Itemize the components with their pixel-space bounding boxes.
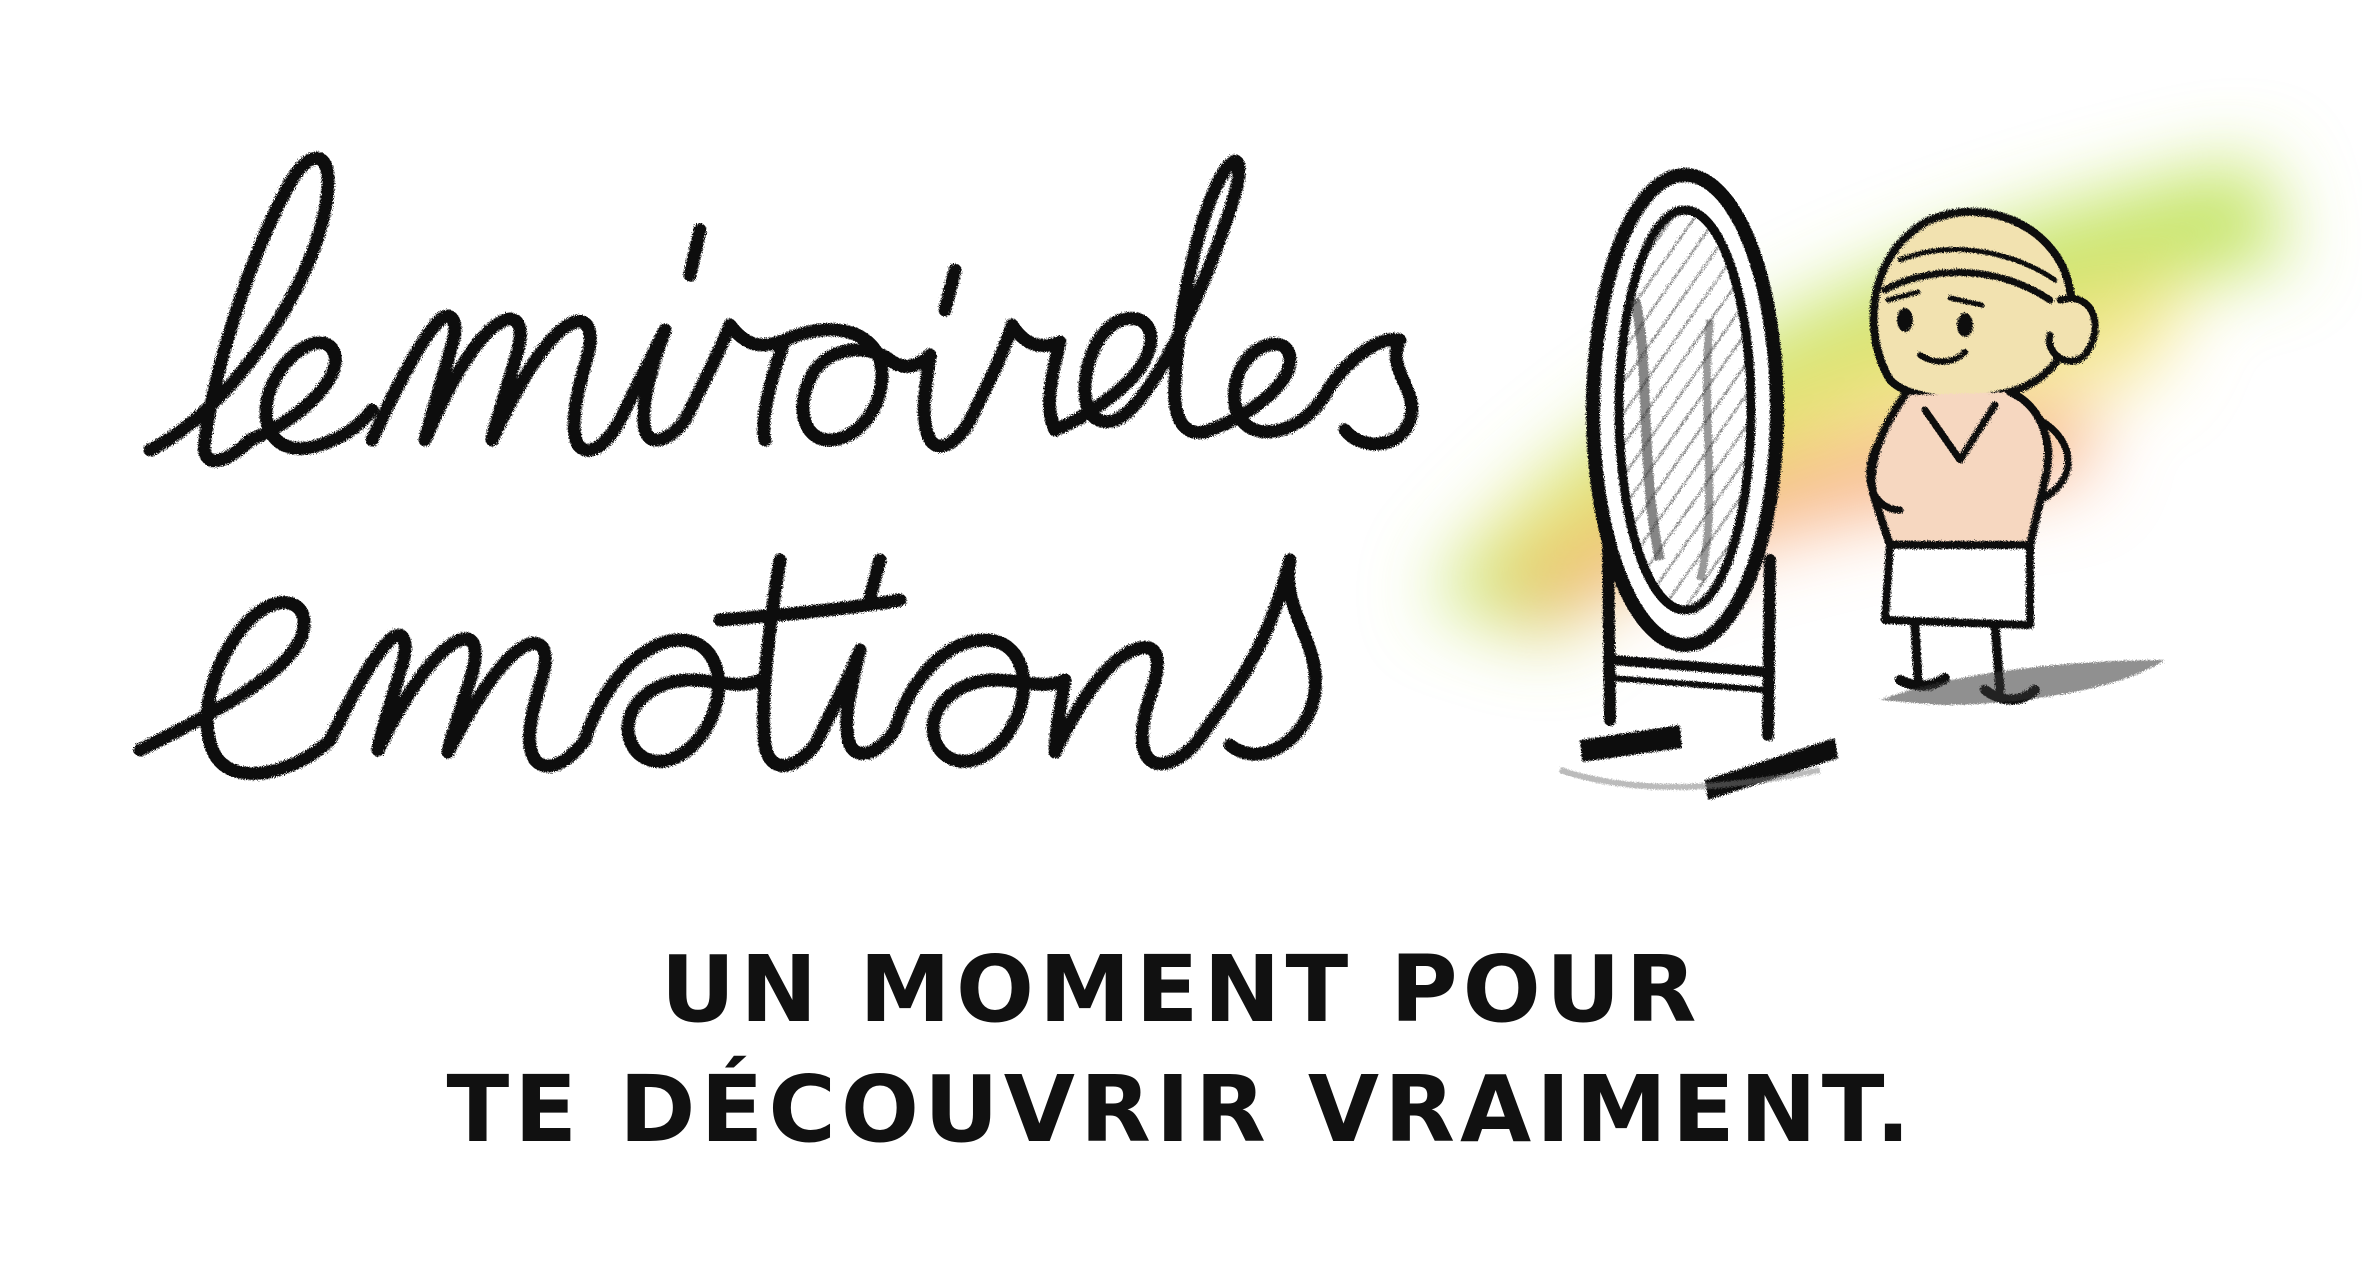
title-handwriting-line-1 xyxy=(143,151,1419,468)
tagline-line-1: UN MOMENT POUR xyxy=(660,936,1702,1043)
tagline-line-2: TE DÉCOUVRIR VRAIMENT. xyxy=(446,1056,1916,1163)
title-handwriting-line-2 xyxy=(133,553,1322,781)
title-logo xyxy=(133,151,2290,800)
tagline: UN MOMENT POUR TE DÉCOUVRIR VRAIMENT. xyxy=(0,930,2362,1170)
poster: le miroir des emotions UN MOMENT POUR TE… xyxy=(0,0,2362,1276)
color-glow xyxy=(1430,160,2290,640)
